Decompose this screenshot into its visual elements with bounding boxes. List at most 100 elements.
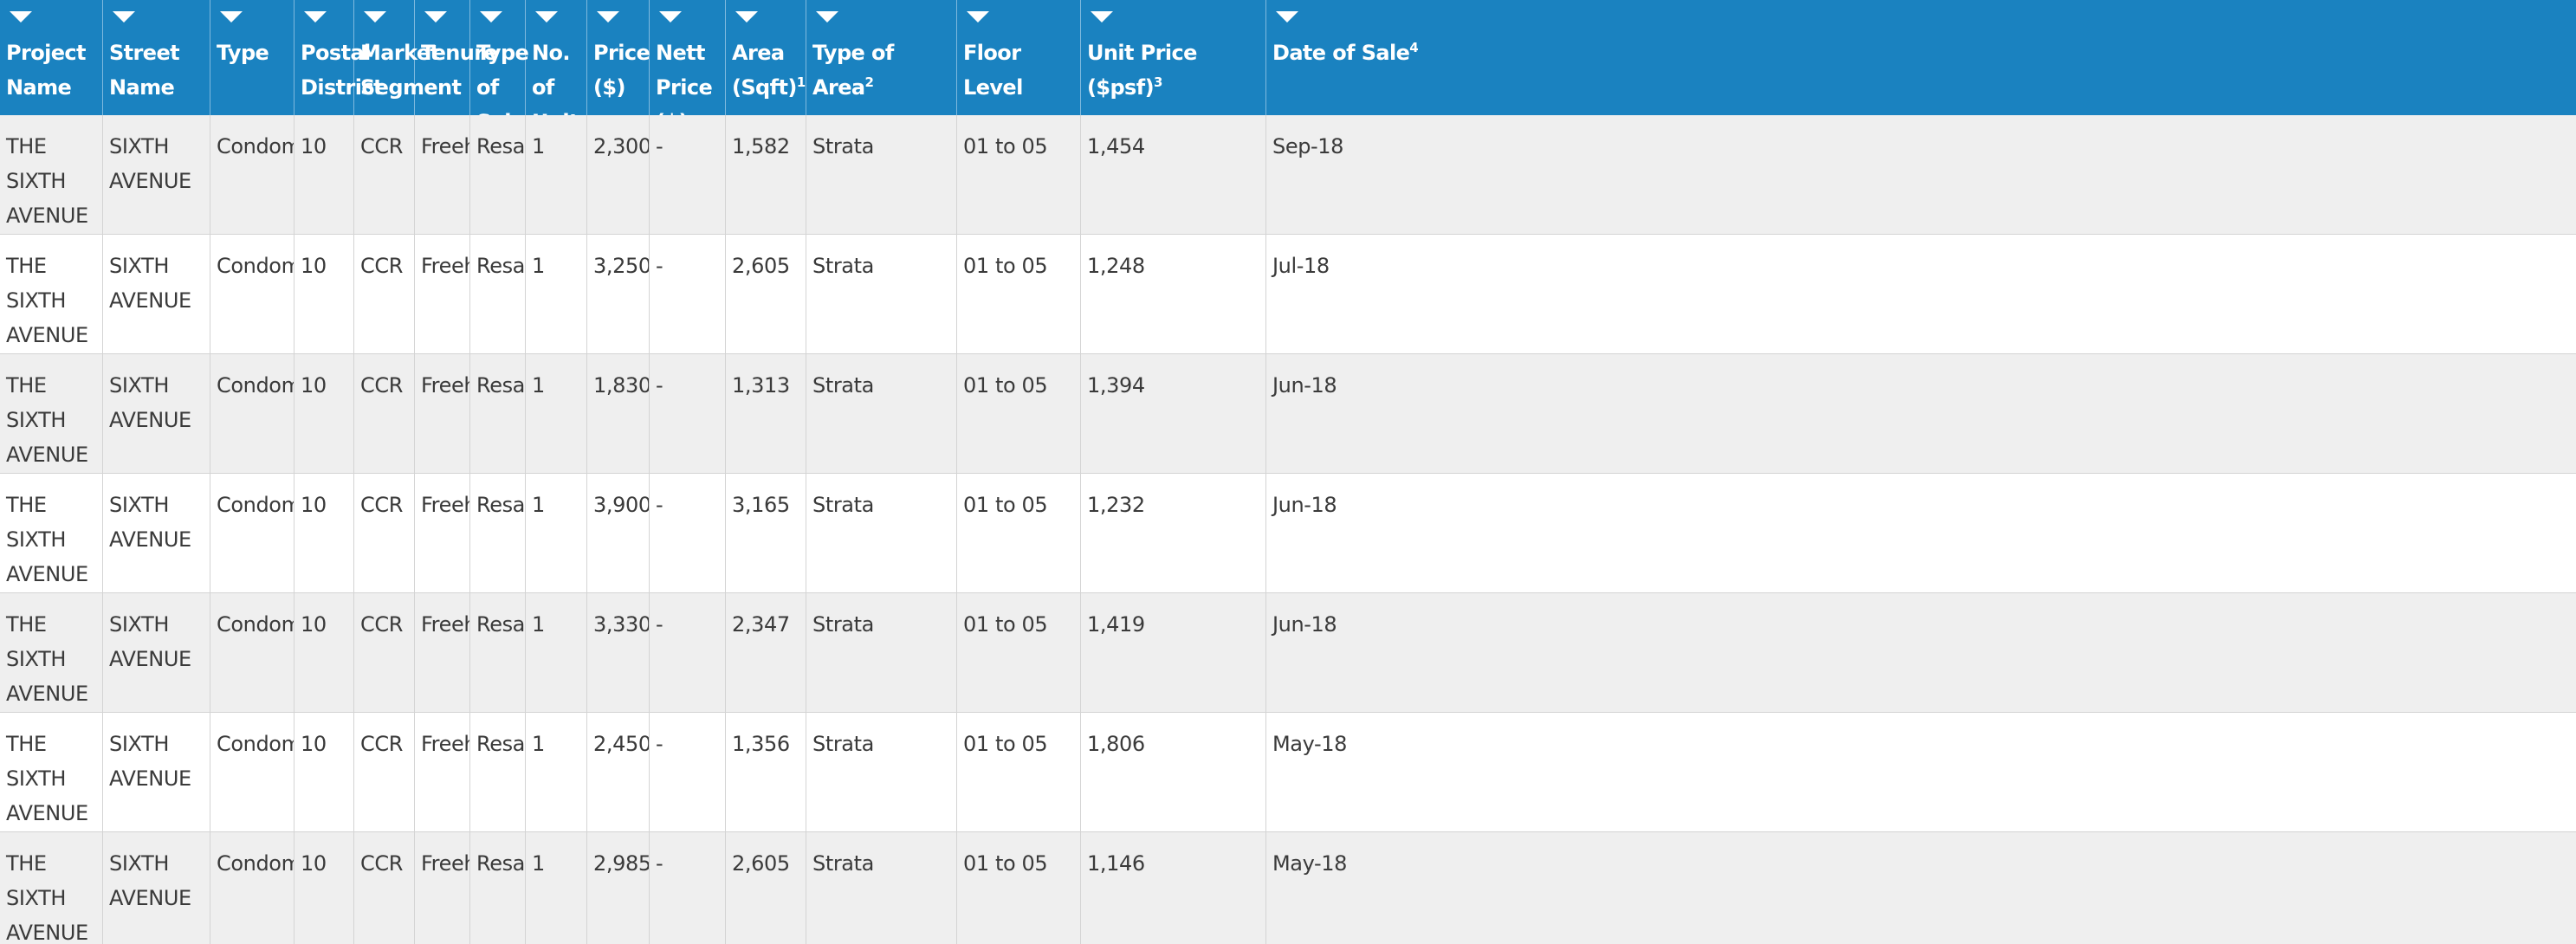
column-header-project-name[interactable]: Project Name bbox=[0, 0, 103, 115]
cell-floor-level: 01 to 05 bbox=[957, 832, 1081, 944]
sort-dropdown-icon[interactable] bbox=[1276, 11, 1298, 23]
cell-type: Condominium bbox=[210, 832, 294, 944]
sort-dropdown-icon[interactable] bbox=[10, 11, 32, 23]
cell-project-name: THE SIXTH AVENUE RESIDENCES bbox=[0, 474, 103, 593]
footnote-marker: 1 bbox=[796, 74, 806, 90]
column-header-label: Unit Price ($psf)3 bbox=[1087, 36, 1260, 105]
column-header-type[interactable]: Type bbox=[210, 0, 294, 115]
cell-price: 2,300,000 bbox=[587, 115, 650, 235]
column-header-label: Type bbox=[217, 36, 288, 70]
sort-dropdown-icon[interactable] bbox=[1091, 11, 1113, 23]
column-header-text: Price ($) bbox=[593, 41, 650, 100]
cell-type-of-area: Strata bbox=[806, 474, 957, 593]
cell-type-of-sale: Resale bbox=[470, 235, 526, 354]
column-header-label: Tenure bbox=[421, 36, 498, 70]
column-header-type-of-sale[interactable]: Type of Sale bbox=[470, 0, 529, 134]
table-row: THE SIXTH AVENUE RESIDENCESSIXTH AVENUEC… bbox=[0, 235, 2576, 354]
cell-nett-price: - bbox=[650, 354, 726, 474]
sort-dropdown-icon[interactable] bbox=[967, 11, 989, 23]
column-header-tenure[interactable]: Tenure bbox=[415, 0, 498, 115]
cell-postal-district: 10 bbox=[294, 832, 354, 944]
cell-no-of-units: 1 bbox=[526, 115, 587, 235]
sort-dropdown-icon[interactable] bbox=[535, 11, 558, 23]
column-header-label: Street Name bbox=[109, 36, 204, 105]
sort-dropdown-icon[interactable] bbox=[424, 11, 447, 23]
column-header-no-of-units[interactable]: No. of Units bbox=[526, 0, 591, 134]
sort-dropdown-icon[interactable] bbox=[304, 11, 327, 23]
footnote-marker: 2 bbox=[864, 74, 874, 90]
table-row: THE SIXTH AVENUE RESIDENCESSIXTH AVENUEC… bbox=[0, 474, 2576, 593]
cell-price: 3,250,000 bbox=[587, 235, 650, 354]
cell-date-of-sale: May-18 bbox=[1272, 732, 1347, 756]
cell-area-sqft: 1,313 bbox=[726, 354, 806, 474]
cell-nett-price: - bbox=[650, 593, 726, 713]
column-header-nett-price[interactable]: Nett Price ($) bbox=[650, 0, 726, 134]
column-header-postal-district[interactable]: Postal District bbox=[294, 0, 383, 115]
cell-type-of-area: Strata bbox=[806, 354, 957, 474]
cell-area-sqft: 1,582 bbox=[726, 115, 806, 235]
cell-tenure: Freehold bbox=[415, 235, 470, 354]
cell-project-name: THE SIXTH AVENUE RESIDENCES bbox=[0, 354, 103, 474]
cell-postal-district: 10 bbox=[294, 474, 354, 593]
sort-dropdown-icon[interactable] bbox=[364, 11, 386, 23]
sort-dropdown-icon[interactable] bbox=[816, 11, 838, 23]
cell-market-segment: CCR bbox=[354, 474, 415, 593]
cell-type-of-sale: Resale bbox=[470, 713, 526, 832]
column-header-street-name[interactable]: Street Name bbox=[103, 0, 210, 115]
column-header-market-segment[interactable]: Market Segment bbox=[354, 0, 462, 115]
cell-area-sqft: 2,605 bbox=[726, 832, 806, 944]
column-header-label: Floor Level bbox=[963, 36, 1075, 105]
sort-dropdown-icon[interactable] bbox=[480, 11, 502, 23]
sort-dropdown-icon[interactable] bbox=[735, 11, 758, 23]
cell-unit-price-psf: 1,454 bbox=[1081, 115, 1266, 235]
cell-floor-level: 01 to 05 bbox=[957, 354, 1081, 474]
column-header-type-of-area[interactable]: Type of Area2 bbox=[806, 0, 957, 115]
cell-area-sqft: 2,605 bbox=[726, 235, 806, 354]
cell-no-of-units: 1 bbox=[526, 235, 587, 354]
column-header-area-sqft[interactable]: Area (Sqft)1 bbox=[726, 0, 806, 115]
sort-dropdown-icon[interactable] bbox=[113, 11, 135, 23]
cell-type: Condominium bbox=[210, 713, 294, 832]
sort-dropdown-icon[interactable] bbox=[597, 11, 619, 23]
cell-street-name: SIXTH AVENUE bbox=[103, 713, 210, 832]
cell-project-name: THE SIXTH AVENUE RESIDENCES bbox=[0, 115, 103, 235]
cell-market-segment: CCR bbox=[354, 832, 415, 944]
cell-type-of-area: Strata bbox=[806, 115, 957, 235]
column-header-date-of-sale[interactable]: Date of Sale4 bbox=[1266, 0, 2576, 115]
cell-type: Condominium bbox=[210, 593, 294, 713]
cell-type: Condominium bbox=[210, 235, 294, 354]
table-row: THE SIXTH AVENUE RESIDENCESSIXTH AVENUEC… bbox=[0, 354, 2576, 474]
cell-unit-price-psf: 1,394 bbox=[1081, 354, 1266, 474]
cell-street-name: SIXTH AVENUE bbox=[103, 593, 210, 713]
column-header-label: Date of Sale4 bbox=[1272, 36, 2571, 70]
cell-floor-level: 01 to 05 bbox=[957, 115, 1081, 235]
cell-type-of-area: Strata bbox=[806, 593, 957, 713]
sort-dropdown-icon[interactable] bbox=[659, 11, 682, 23]
transactions-table: Project Name Street Name Type Postal Distri… bbox=[0, 0, 2576, 944]
footnote-marker: 3 bbox=[1153, 74, 1162, 90]
table-row: THE SIXTH AVENUE RESIDENCESSIXTH AVENUEC… bbox=[0, 832, 2576, 944]
cell-market-segment: CCR bbox=[354, 115, 415, 235]
table-row: THE SIXTH AVENUE RESIDENCESSIXTH AVENUEC… bbox=[0, 593, 2576, 713]
table-row: THE SIXTH AVENUE RESIDENCESSIXTH AVENUEC… bbox=[0, 115, 2576, 235]
column-header-text: Type of Area bbox=[812, 41, 894, 100]
column-header-unit-price-psf[interactable]: Unit Price ($psf)3 bbox=[1081, 0, 1266, 115]
column-header-text: Area (Sqft) bbox=[732, 41, 797, 100]
sort-dropdown-icon[interactable] bbox=[220, 11, 243, 23]
cell-type-of-area: Strata bbox=[806, 235, 957, 354]
cell-market-segment: CCR bbox=[354, 713, 415, 832]
cell-no-of-units: 1 bbox=[526, 593, 587, 713]
cell-project-name: THE SIXTH AVENUE RESIDENCES bbox=[0, 713, 103, 832]
cell-market-segment: CCR bbox=[354, 354, 415, 474]
cell-nett-price: - bbox=[650, 832, 726, 944]
column-header-text: Floor Level bbox=[963, 41, 1023, 100]
cell-type-of-sale: Resale bbox=[470, 593, 526, 713]
cell-type-of-sale: Resale bbox=[470, 354, 526, 474]
cell-area-sqft: 1,356 bbox=[726, 713, 806, 832]
column-header-price[interactable]: Price ($) bbox=[587, 0, 650, 115]
cell-date-of-sale: Sep-18 bbox=[1272, 134, 1344, 158]
column-header-floor-level[interactable]: Floor Level bbox=[957, 0, 1081, 115]
column-header-text: Project Name bbox=[6, 41, 87, 100]
cell-market-segment: CCR bbox=[354, 235, 415, 354]
column-header-text: Unit Price ($psf) bbox=[1087, 41, 1197, 100]
